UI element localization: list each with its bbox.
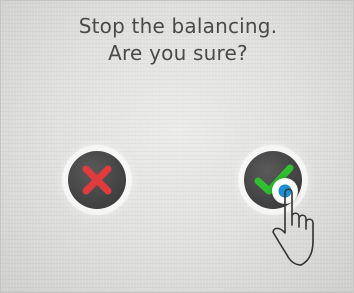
title-line-1: Stop the balancing. [78, 14, 278, 38]
title-line-2: Are you sure? [108, 41, 248, 65]
close-icon [82, 165, 112, 195]
cancel-button[interactable] [68, 151, 126, 209]
hand-pointer-icon [272, 188, 314, 266]
confirmation-screen: Stop the balancing. Are you sure? [0, 0, 354, 293]
dialog-title: Stop the balancing. Are you sure? [1, 13, 354, 67]
